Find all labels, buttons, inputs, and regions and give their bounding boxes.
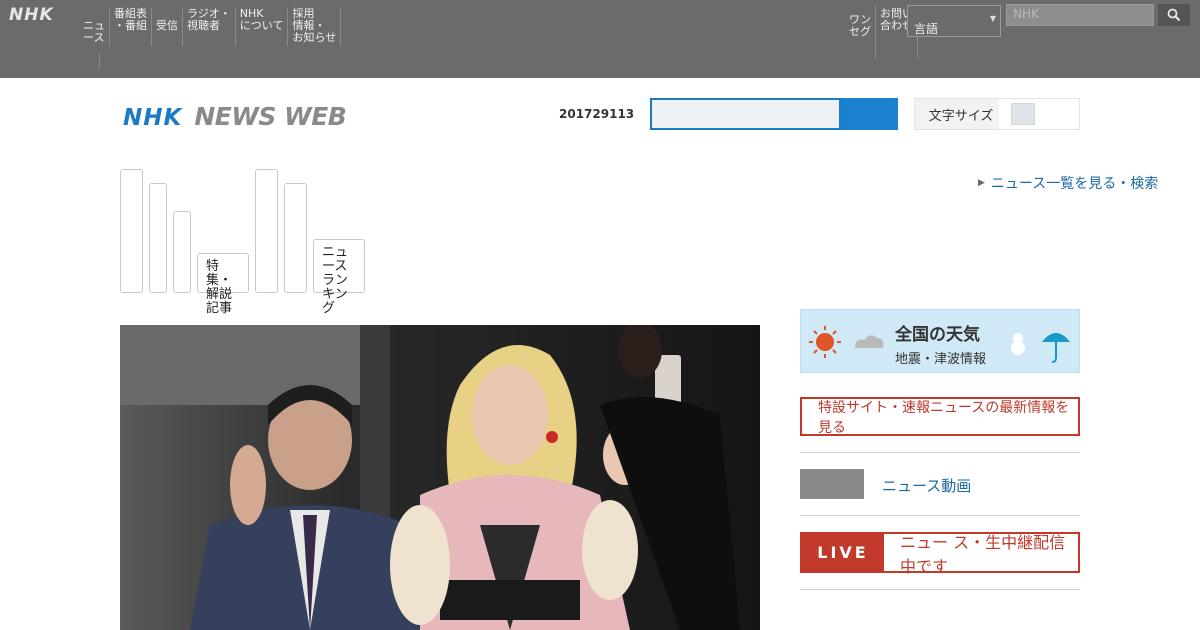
global-nav-item-info[interactable]: 採用 情報・ お知らせ [292, 8, 342, 46]
brand-news-web: NEWS WEB [194, 102, 347, 131]
global-search-input[interactable]: NHK [1006, 4, 1154, 26]
special-site-link[interactable]: 特設サイト・速報ニュースの最新情報を見る [800, 397, 1080, 436]
news-list-link-label: ニュース一覧を見る・検索 [990, 176, 1159, 192]
category-tab-features[interactable]: 特集・解説 記事 [197, 253, 249, 316]
font-size-label: 文字サイズ [928, 108, 994, 124]
language-select[interactable]: 言語 ▼ [907, 5, 1001, 37]
language-select-value: 言語 [914, 22, 939, 36]
category-tab[interactable] [173, 211, 191, 293]
weather-icons [809, 326, 884, 358]
global-nav-item-programs[interactable]: 番組表 ・番組 [114, 8, 152, 46]
video-thumbnail[interactable] [800, 469, 864, 499]
global-nav-item-radio[interactable]: ラジオ・ 視聴者 [187, 8, 236, 46]
global-nav-item-news[interactable]: ニュ ース [83, 8, 110, 46]
triangle-right-icon: ▶ [978, 178, 985, 188]
global-nav: ニュ ース 番組表 ・番組 受信 ラジオ・ 視聴者 NHK について 採用 情報… [83, 8, 345, 46]
font-size-knob [1011, 103, 1035, 125]
global-search-button[interactable] [1158, 4, 1190, 26]
site-search-input[interactable] [650, 98, 841, 130]
search-icon [1167, 8, 1181, 22]
global-nav-item-reception[interactable]: 受信 [156, 8, 183, 46]
top-story-photo[interactable] [120, 325, 760, 630]
header-date: 201729113 [559, 107, 635, 121]
live-badge: LIVE [802, 534, 884, 571]
brand-nhk: NHK [123, 105, 183, 131]
news-web-logo[interactable]: NHK NEWS WEB [123, 102, 347, 131]
global-nav-item-about[interactable]: NHK について [240, 8, 289, 46]
divider [800, 589, 1080, 590]
category-tab[interactable] [120, 169, 143, 293]
chevron-down-icon: ▼ [989, 14, 996, 23]
category-tab[interactable] [284, 183, 307, 293]
site-search-button[interactable] [841, 98, 898, 130]
nhk-logo[interactable]: NHK [9, 5, 54, 25]
live-stream-label: ニュー ス・生中継配信中です [900, 532, 1066, 576]
font-size-option[interactable] [999, 99, 1079, 129]
umbrella-icon [1011, 333, 1070, 363]
divider [800, 452, 1080, 453]
weather-title: 全国の天気 [895, 325, 980, 345]
live-stream-banner[interactable]: LIVE ニュー ス・生中継配信中です [800, 532, 1080, 576]
news-video-link[interactable]: ニュース動画 [882, 475, 971, 496]
weather-subtitle: 地震・津波情報 [895, 352, 987, 367]
category-tab[interactable] [149, 183, 167, 293]
news-list-link[interactable]: ▶ ニュース一覧を見る・検索 [978, 173, 1158, 193]
utility-item-oneseg[interactable]: ワン セグ [849, 6, 876, 58]
category-tab[interactable] [255, 169, 278, 293]
category-tab-ranking[interactable]: ニュース ランキング [313, 239, 365, 316]
top-story-image [120, 325, 760, 630]
weather-banner[interactable]: 全国の天気 地震・津波情報 [800, 309, 1080, 373]
font-size-toggle[interactable]: 文字サイズ [914, 98, 1080, 130]
nav-divider [99, 54, 100, 68]
divider [800, 515, 1080, 516]
global-header: NHK ニュ ース 番組表 ・番組 受信 ラジオ・ 視聴者 NHK について 採… [0, 0, 1200, 78]
